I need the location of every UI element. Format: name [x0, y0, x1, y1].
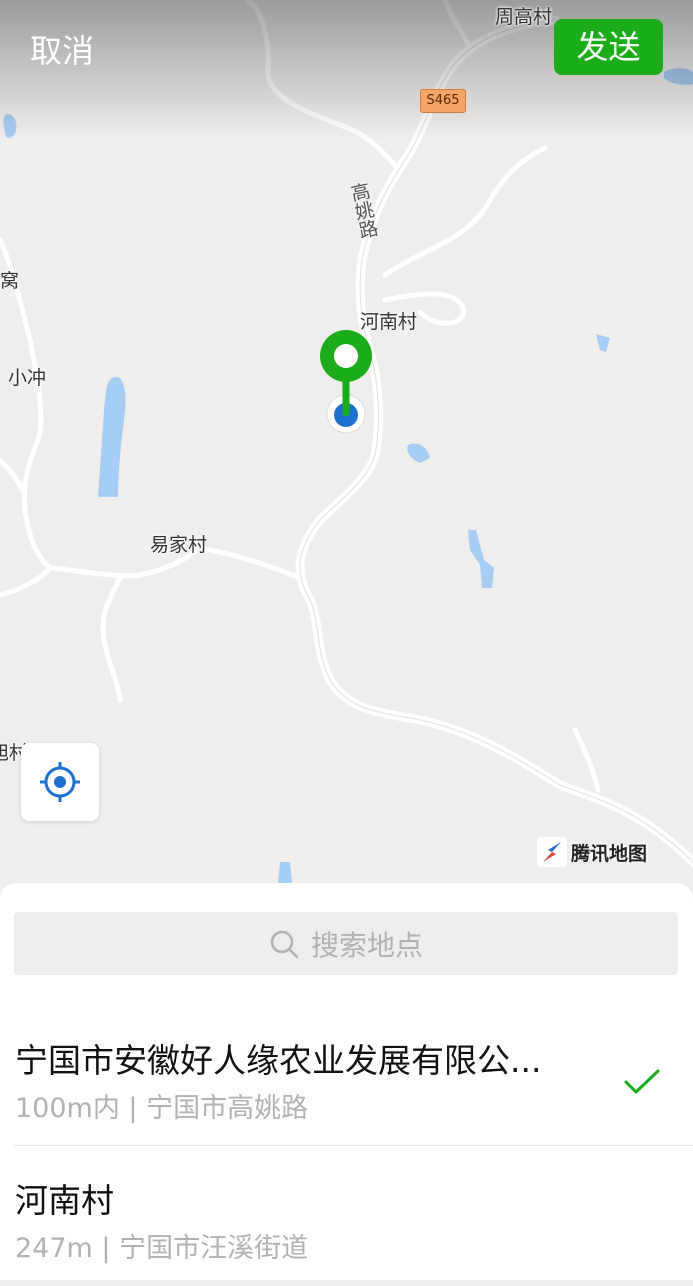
logo-text: 腾讯地图 — [571, 842, 648, 865]
map-label-xiaochong: 小冲 — [8, 367, 47, 389]
place-title: 宁国市安徽好人缘农业发展有限公... — [15, 1041, 542, 1080]
map-label-edge-top: 窝 — [0, 270, 20, 292]
place-title: 河南村 — [15, 1181, 114, 1220]
search-placeholder: 搜索地点 — [310, 928, 423, 962]
list-item[interactable]: 宁国市安徽好人缘农业发展有限公... 100m内 | 宁国市高姚路 — [0, 1006, 693, 1146]
place-subtitle: 100m内 | 宁国市高姚路 — [15, 1093, 309, 1124]
location-pin-icon[interactable] — [316, 326, 376, 441]
search-input[interactable]: 搜索地点 — [14, 912, 678, 975]
send-button[interactable]: 发送 — [554, 19, 663, 75]
my-location-button[interactable] — [21, 743, 99, 821]
crosshair-icon — [40, 762, 80, 802]
list-item[interactable]: 河南村 247m | 宁国市汪溪街道 — [0, 1146, 693, 1286]
map-label-zhougao: 周高村 — [495, 6, 553, 28]
search-icon — [270, 930, 299, 958]
map-view[interactable]: 周高村 河南村 小冲 易家村 窝 旭村 S465 高姚路 取消 发送 腾 — [0, 0, 693, 900]
route-shield: S465 — [420, 89, 466, 113]
bottom-panel: 搜索地点 宁国市安徽好人缘农业发展有限公... 100m内 | 宁国市高姚路 河… — [0, 883, 693, 1280]
tencent-map-logo: 腾讯地图 — [537, 834, 647, 870]
checkmark-icon — [624, 1069, 660, 1094]
place-subtitle: 247m | 宁国市汪溪街道 — [15, 1233, 309, 1264]
cancel-button[interactable]: 取消 — [30, 26, 94, 72]
compass-logo-icon — [537, 837, 567, 867]
map-label-yijia: 易家村 — [150, 534, 208, 556]
